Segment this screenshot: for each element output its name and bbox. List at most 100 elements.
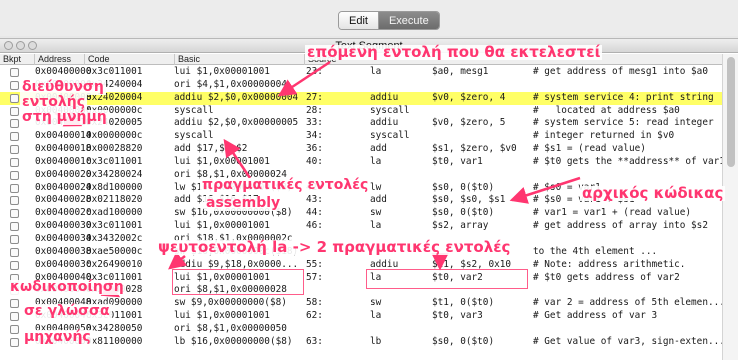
cell-source-comment: # located at address $a0 — [533, 104, 680, 116]
cell-source-op: sw — [370, 207, 382, 219]
breakpoint-checkbox[interactable] — [10, 145, 19, 155]
cell-code: 0x00028820 — [86, 143, 143, 155]
cell-source-args: $s0, 0($t0) — [432, 335, 495, 347]
breakpoint-checkbox[interactable] — [10, 170, 19, 180]
cell-code: 0x3c011001 — [86, 155, 143, 167]
table-row[interactable]: 0x004000080x24020004addiu $2,$0,0x000000… — [0, 91, 722, 105]
cell-source-op: add — [370, 194, 387, 206]
cell-basic: add $17,$0,$2 — [174, 143, 248, 155]
annotation-address-line1: διεύθυνση — [20, 79, 106, 95]
breakpoint-checkbox[interactable] — [10, 157, 19, 167]
top-toolbar: Edit Execute — [0, 0, 738, 36]
table-row[interactable]: 0x004000540x81100000lb $16,0x00000000($8… — [0, 336, 722, 349]
cell-source-op: addiu — [370, 91, 399, 103]
cell-basic: sw $9,0x00000000($8) — [174, 297, 287, 309]
cell-basic: lui $1,0x00001001 — [174, 220, 270, 232]
breakpoint-checkbox[interactable] — [10, 209, 19, 219]
breakpoint-checkbox[interactable] — [10, 222, 19, 232]
breakpoint-checkbox[interactable] — [10, 93, 19, 103]
cell-line-number: 57: — [306, 271, 323, 283]
table-row[interactable]: 0x00400030 0x3c011001 lui $1,0x00001001 46:… — [0, 220, 722, 233]
breakpoint-checkbox[interactable] — [10, 234, 19, 244]
tab-execute[interactable]: Execute — [378, 12, 439, 29]
tab-edit[interactable]: Edit — [339, 12, 379, 29]
cell-source-op: addiu — [370, 117, 399, 129]
breakpoint-checkbox[interactable] — [10, 337, 19, 347]
breakpoint-checkbox[interactable] — [10, 119, 19, 129]
cell-line-number: 58: — [306, 297, 323, 309]
cell-basic: lui $1,0x00001001 — [174, 310, 270, 322]
breakpoint-checkbox[interactable] — [10, 68, 19, 77]
cell-source-op: lw — [370, 181, 382, 193]
table-row[interactable]: 0x0040001c 0x3c011001 lui $1,0x00001001 40:… — [0, 156, 722, 169]
annotation-encoding-line2: σε γλώσσα — [22, 303, 112, 319]
breakpoint-checkbox[interactable] — [10, 106, 19, 116]
breakpoint-checkbox[interactable] — [10, 196, 19, 206]
vertical-scrollbar[interactable] — [722, 54, 738, 360]
table-row[interactable]: 0x0040002c 0xad100000 sw $16,0x00000000($8… — [0, 207, 722, 220]
table-row[interactable]: 0x00400050 0x34280050 ori $8,$1,0x00000050 — [0, 323, 722, 336]
cell-basic: addiu $2,$0,0x00000004 — [174, 91, 299, 103]
cell-source-args: $s0, 0($t0) — [432, 207, 495, 219]
breakpoint-checkbox[interactable] — [10, 80, 19, 90]
cell-basic: lui $1,0x00001001 — [174, 66, 270, 77]
pseudo-instruction-basic-box — [172, 269, 304, 295]
cell-basic: ori $8,$1,0x00000050 — [174, 322, 287, 334]
table-row[interactable]: 0x00400018 0x00028820 add $17,$0,$2 36: add $… — [0, 143, 722, 156]
cell-source-comment: # Note: address arithmetic. — [533, 258, 686, 270]
cell-line-number: 27: — [306, 91, 323, 103]
cell-source-args: $a0, mesg1 — [432, 66, 489, 77]
scrollbar-thumb[interactable] — [727, 57, 735, 167]
cell-source-op: add — [370, 143, 387, 155]
annotation-address-line3: στη μνήμη — [20, 109, 109, 125]
cell-basic: lb $16,0x00000000($8) — [174, 335, 293, 347]
cell-source-op: la — [370, 66, 382, 77]
annotation-next-instruction: επόμενη εντολή που θα εκτελεστεί — [305, 43, 603, 61]
cell-line-number: 40: — [306, 155, 323, 167]
cell-source-op: la — [370, 220, 382, 232]
cell-code: 0x02118020 — [86, 194, 143, 206]
cell-line-number: 34: — [306, 130, 323, 142]
column-header-code[interactable]: Code — [84, 54, 174, 65]
breakpoint-checkbox[interactable] — [10, 260, 19, 270]
cell-basic: syscall — [174, 104, 214, 116]
breakpoint-checkbox[interactable] — [10, 299, 19, 309]
column-header-address[interactable]: Address — [34, 54, 84, 65]
edit-execute-tabs: Edit Execute — [338, 11, 440, 30]
table-row[interactable]: 0x004000040x34240004ori $4,$1,0x00000004 — [0, 79, 722, 92]
column-header-basic[interactable]: Basic — [174, 54, 304, 65]
cell-basic: ori $4,$1,0x00000004 — [174, 78, 287, 90]
cell-source-comment: # get address of array into $s2 — [533, 220, 708, 232]
cell-source-args: $s2, array — [432, 220, 489, 232]
annotation-address-line2: εντολής — [20, 94, 88, 110]
cell-source-comment: # $t0 gets address of var2 — [533, 271, 680, 283]
breakpoint-checkbox[interactable] — [10, 183, 19, 193]
cell-code: 0x26490010 — [86, 258, 143, 270]
cell-source-op: syscall — [370, 104, 410, 116]
breakpoint-checkbox[interactable] — [10, 132, 19, 142]
cell-line-number: 33: — [306, 117, 323, 129]
cell-source-comment: # $s1 = (read value) — [533, 143, 646, 155]
pseudo-instruction-source-box — [366, 269, 528, 289]
breakpoint-checkbox[interactable] — [10, 324, 19, 334]
cell-code: 0x81100000 — [86, 335, 143, 347]
column-header-bkpt[interactable]: Bkpt — [0, 54, 34, 65]
annotation-pseudo-instruction: ψευτοεντολή la -> 2 πραγματικές εντολές — [156, 238, 513, 256]
table-row[interactable]: 0x0040003c 0x26490010 addiu $9,$18,0x0000.… — [0, 259, 722, 272]
cell-code: 0x3c011001 — [86, 66, 143, 77]
cell-code: 0x3c011001 — [86, 220, 143, 232]
cell-source-comment: # system service 5: read integer — [533, 117, 714, 129]
annotation-source-code: αρχικός κώδικας — [580, 184, 726, 202]
cell-basic: lui $1,0x00001001 — [174, 155, 270, 167]
annotation-assembly: assembly — [204, 195, 283, 211]
cell-source-args: $t0, var1 — [432, 155, 483, 167]
breakpoint-checkbox[interactable] — [10, 312, 19, 322]
cell-source-comment: # Get address of var 3 — [533, 310, 658, 322]
breakpoint-checkbox[interactable] — [10, 247, 19, 257]
table-row[interactable]: 0x00400014 0x0000000c syscall 34: syscall # i… — [0, 130, 722, 143]
cell-line-number: 43: — [306, 194, 323, 206]
table-row[interactable]: 0x00400000 0x3c011001 lui $1,0x00001001 23:… — [0, 66, 722, 79]
cell-source-comment: # system service 4: print string — [533, 91, 714, 103]
cell-source-comment: # var 2 = address of 5th elemen... — [533, 297, 722, 309]
cell-source-comment: to the 4th element ... — [533, 245, 658, 257]
